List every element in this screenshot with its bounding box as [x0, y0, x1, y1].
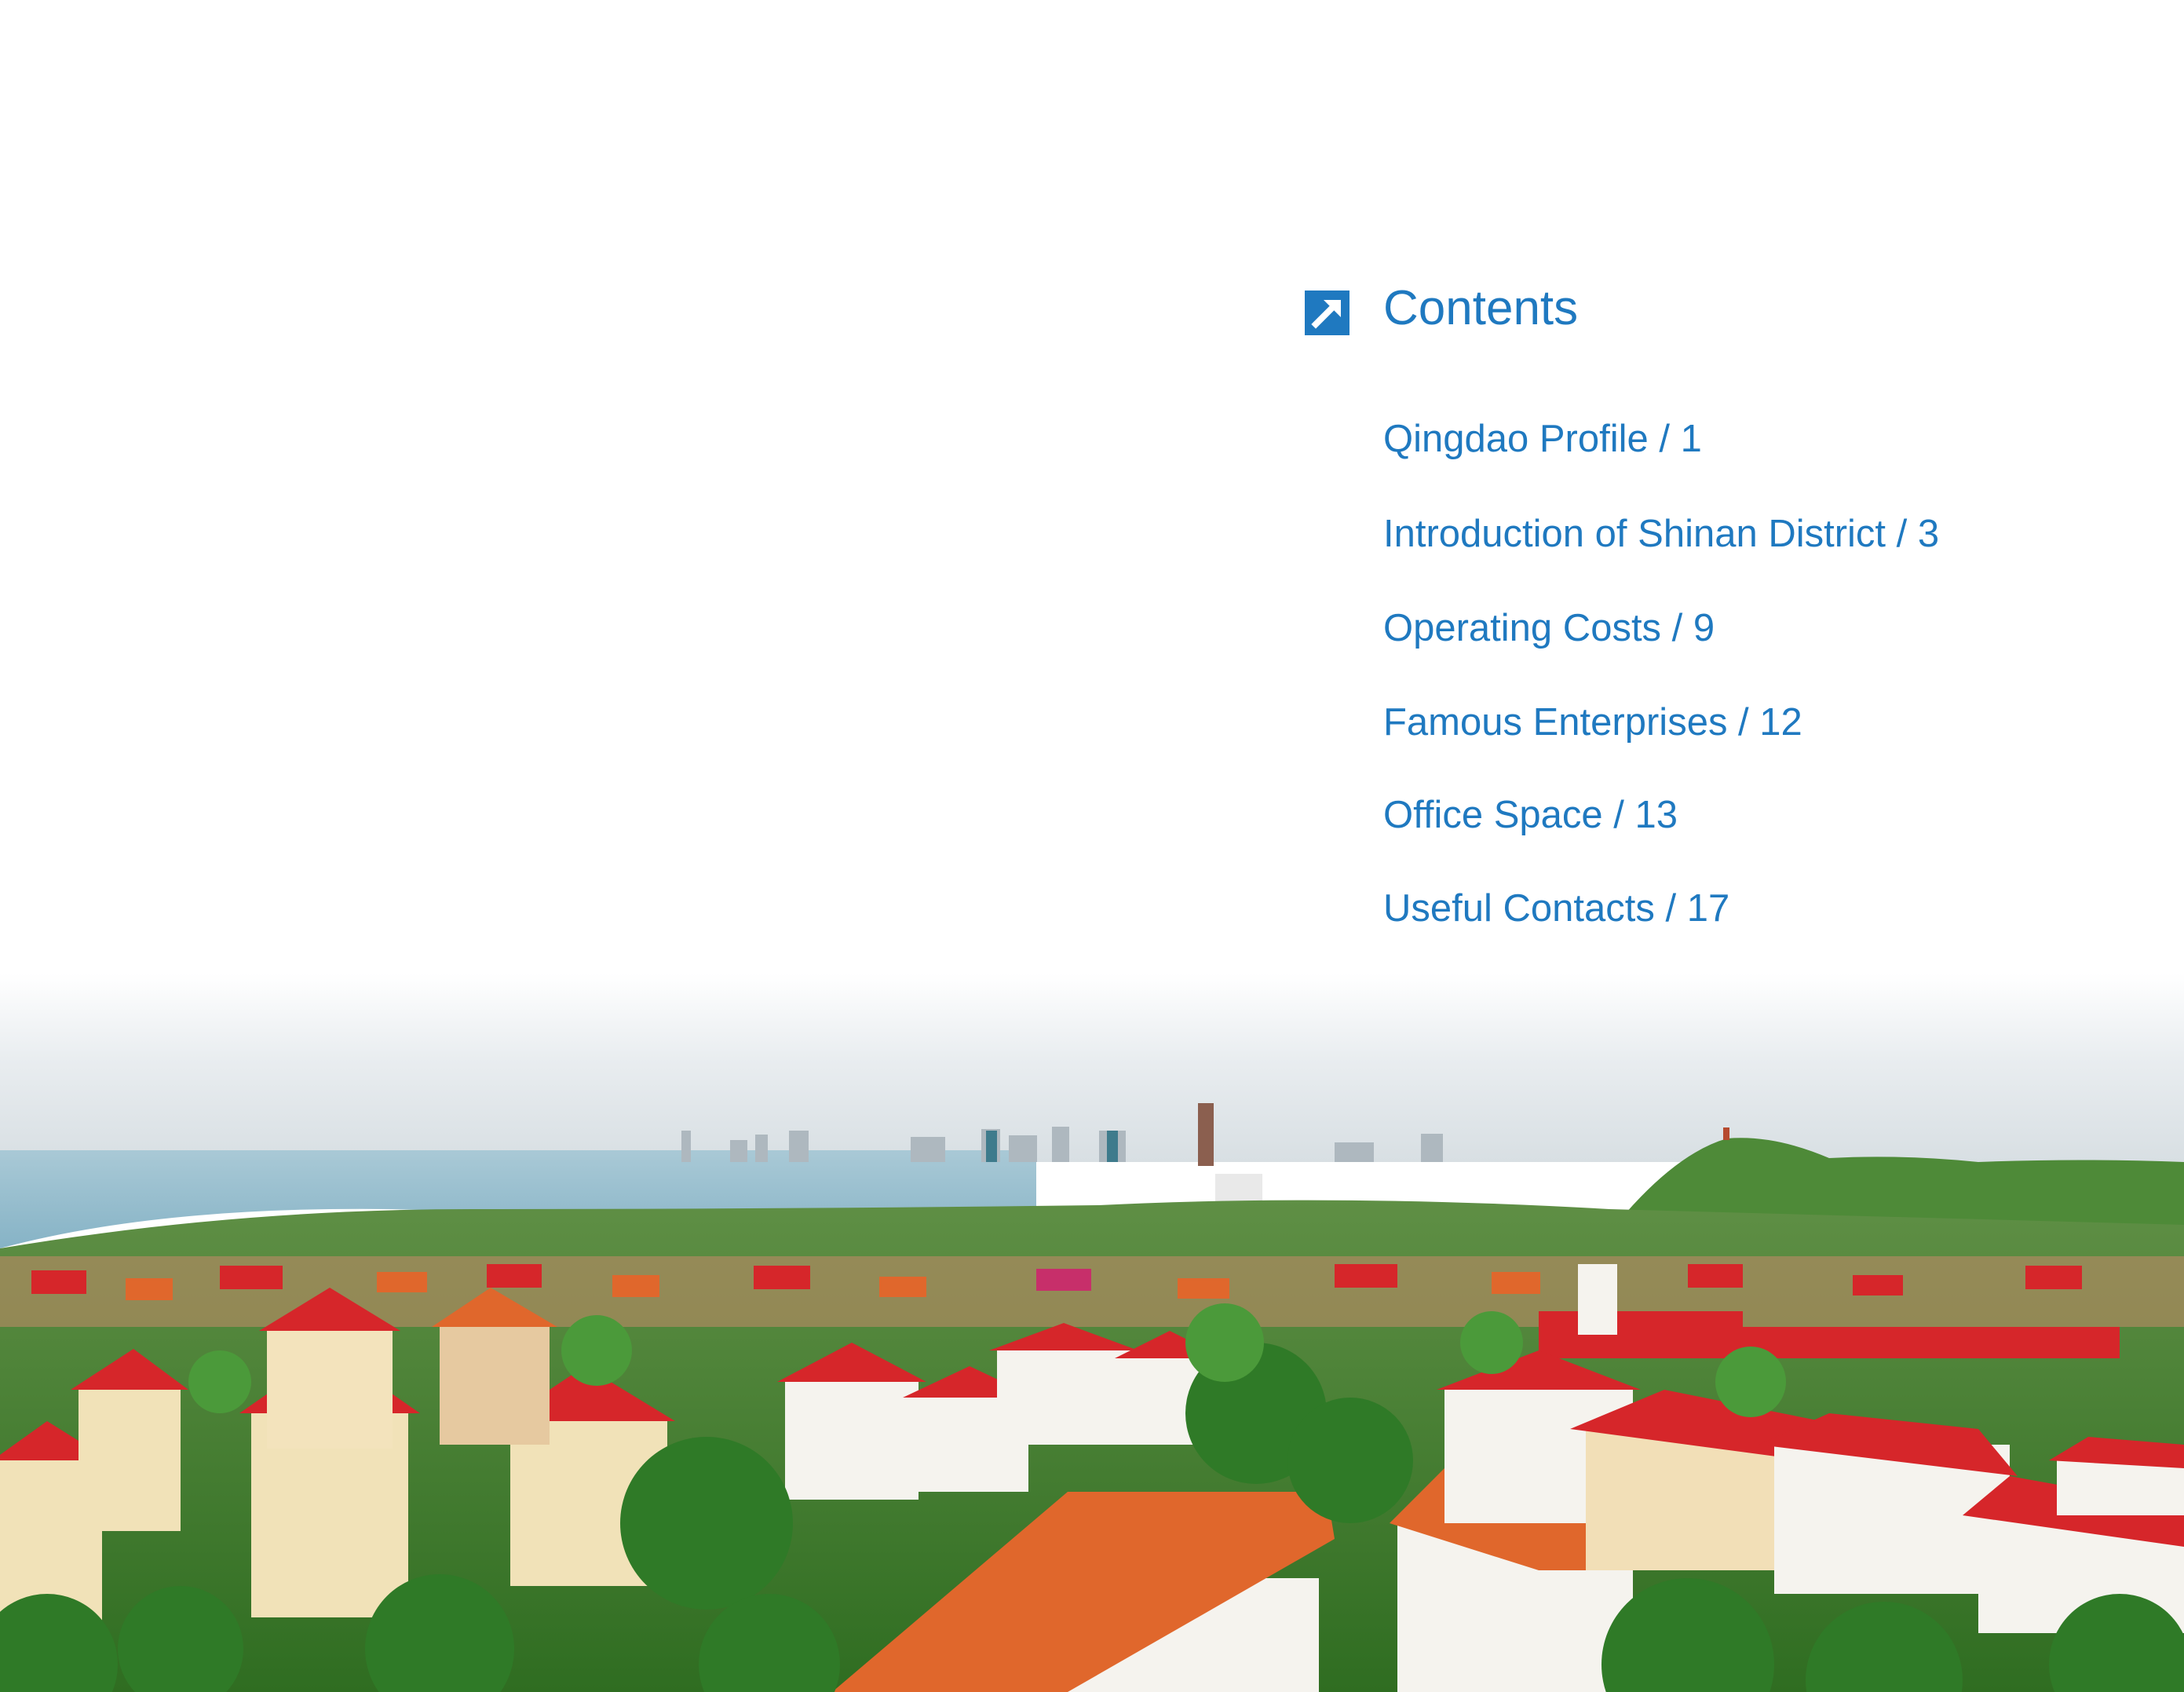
- toc-item-qingdao-profile[interactable]: Qingdao Profile / 1: [1383, 420, 1702, 459]
- contents-page: Contents Qingdao Profile / 1 Introductio…: [0, 0, 2184, 1692]
- arrow-up-right-icon: [1305, 291, 1349, 335]
- toc-item-shinan-district[interactable]: Introduction of Shinan District / 3: [1383, 515, 1939, 554]
- toc-item-useful-contacts[interactable]: Useful Contacts / 17: [1383, 890, 1729, 928]
- contents-title: Contents: [1383, 281, 1579, 335]
- toc-item-operating-costs[interactable]: Operating Costs / 9: [1383, 609, 1715, 648]
- toc-item-famous-enterprises[interactable]: Famous Enterprises / 12: [1383, 703, 1802, 742]
- toc-item-office-space[interactable]: Office Space / 13: [1383, 796, 1678, 835]
- qingdao-cityscape-photo: [0, 974, 2184, 1692]
